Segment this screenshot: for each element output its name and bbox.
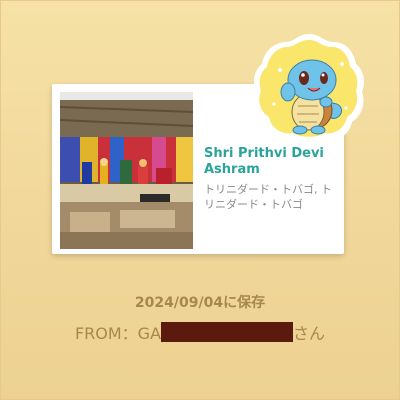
sender-suffix: さん [293,324,326,343]
sender-prefix: FROM：GA [74,324,162,343]
squirtle-sticker-icon [250,30,368,148]
pokestop-address: トリニダード・トバゴ, トリニダード・トバゴ [204,183,332,211]
saved-date: 2024/09/04に保存 [134,295,266,311]
pokestop-photo [60,92,193,249]
pokestop-name: Shri Prithvi Devi Ashram [204,146,324,177]
sender-line: FROM：GA さん [0,320,400,344]
redacted-sender-name [161,322,294,342]
